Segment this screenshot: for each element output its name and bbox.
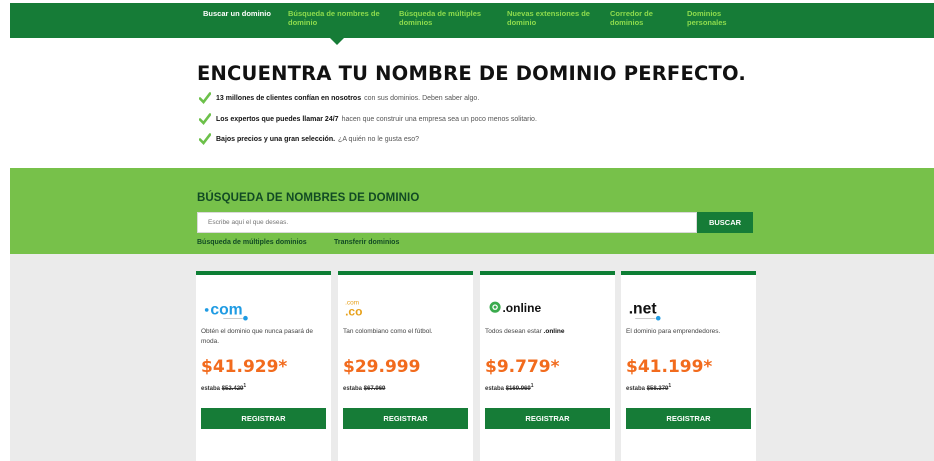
domain-card-com: com Obtén el dominio que nunca pasará de… (196, 271, 331, 461)
nav-item-busqueda-multiples[interactable]: Búsqueda de múltiples dominios (399, 3, 495, 38)
card-description: Obtén el dominio que nunca pasará de mod… (201, 328, 314, 345)
checkmark-icon (199, 113, 211, 125)
co-logo-icon: .com .co (345, 299, 362, 318)
domain-card-online: .online Todos desean estar .online $9.77… (480, 271, 615, 461)
benefit-item: 13 millones de clientes confían en nosot… (199, 91, 479, 105)
nav-item-dominios-personales[interactable]: Dominios personales (687, 3, 747, 38)
card-price: $41.929* (201, 357, 288, 377)
checkmark-icon (199, 133, 211, 145)
card-description: Tan colombiano como el fútbol. (343, 328, 433, 335)
card-old-price: estaba $169.9691 (485, 383, 534, 392)
benefit-text: con sus dominios. Deben saber algo. (364, 94, 480, 102)
card-old-price: estaba $58.3791 (626, 383, 672, 392)
card-price: $41.199* (626, 357, 713, 377)
register-button[interactable]: REGISTRAR (201, 408, 326, 429)
search-band (10, 168, 934, 254)
nav-item-corredor-dominios[interactable]: Corredor de dominios (610, 3, 670, 38)
nav-item-nuevas-extensiones[interactable]: Nuevas extensiones de dominio (507, 3, 599, 38)
register-button[interactable]: REGISTRAR (343, 408, 468, 429)
benefit-bold: 13 millones de clientes confían en nosot… (216, 94, 362, 102)
svg-text:.co: .co (345, 304, 362, 318)
benefit-bold: Los expertos que puedes llamar 24/7 (216, 115, 339, 123)
top-bar: Buscar un dominio Búsqueda de nombres de… (0, 0, 934, 45)
page-title: ENCUENTRA TU NOMBRE DE DOMINIO PERFECTO. (197, 62, 746, 85)
register-button[interactable]: REGISTRAR (626, 408, 751, 429)
card-price: $29.999 (343, 357, 421, 377)
transfer-domains-link[interactable]: Transferir dominios (334, 239, 399, 246)
card-old-price: estaba $52.4291 (201, 383, 247, 392)
domain-search-input[interactable] (197, 212, 697, 233)
svg-text:.net: .net (629, 301, 658, 318)
main-nav: Buscar un dominio Búsqueda de nombres de… (10, 3, 934, 45)
benefit-text: hacen que construir una empresa sea un p… (341, 115, 537, 123)
register-button[interactable]: REGISTRAR (485, 408, 610, 429)
multiple-domain-search-link[interactable]: Búsqueda de múltiples dominios (197, 239, 307, 246)
net-logo-icon: .net (629, 301, 661, 321)
domain-card-net: .net El dominio para emprendedores. $41.… (621, 271, 756, 461)
benefit-item: Bajos precios y una gran selección. ¿A q… (199, 132, 419, 146)
nav-item-busqueda-nombres[interactable]: Búsqueda de nombres de dominio (288, 3, 388, 45)
com-logo-icon: com (204, 302, 248, 321)
benefit-bold: Bajos precios y una gran selección. (216, 135, 336, 143)
card-old-price: estaba $67.969 (343, 386, 386, 392)
card-description: El dominio para emprendedores. (626, 328, 721, 335)
search-section-title: BÚSQUEDA DE NOMBRES DE DOMINIO (197, 192, 420, 204)
online-logo-icon: .online (489, 301, 541, 315)
svg-text:com: com (210, 302, 242, 319)
benefit-item: Los expertos que puedes llamar 24/7 hace… (199, 112, 537, 126)
nav-item-buscar-dominio[interactable]: Buscar un dominio (203, 3, 283, 38)
card-price: $9.779* (485, 357, 560, 377)
search-button[interactable]: BUSCAR (697, 212, 753, 233)
checkmark-icon (199, 92, 211, 104)
card-description: Todos desean estar .online (485, 328, 565, 335)
svg-text:.online: .online (502, 301, 541, 315)
benefit-text: ¿A quién no le gusta eso? (338, 135, 419, 143)
domain-card-co: .com .co Tan colombiano como el fútbol. … (338, 271, 473, 461)
